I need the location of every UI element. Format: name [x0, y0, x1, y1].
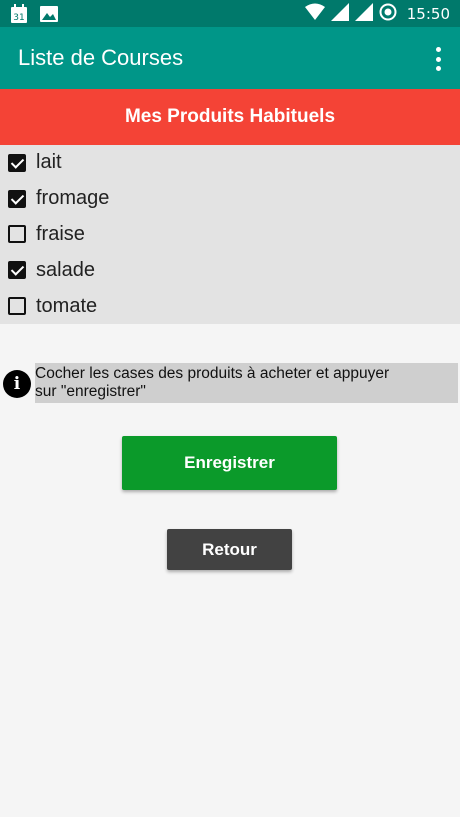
wifi-icon — [304, 3, 325, 25]
checkbox[interactable] — [8, 153, 26, 172]
checkbox[interactable] — [8, 297, 26, 316]
product-item-salade[interactable]: salade — [0, 252, 460, 288]
product-label: salade — [36, 258, 95, 281]
product-item-lait[interactable]: lait — [0, 145, 460, 181]
product-label: fraise — [36, 222, 85, 245]
product-label: fromage — [36, 187, 110, 210]
product-label: tomate — [36, 294, 98, 317]
image-icon — [40, 6, 58, 26]
checkbox[interactable] — [8, 189, 26, 208]
status-time: 15:50 — [406, 5, 450, 23]
product-item-tomate[interactable]: tomate — [0, 288, 460, 324]
hint-line-1: Cocher les cases des produits à acheter … — [35, 365, 390, 382]
app-bar: Liste de Courses — [0, 27, 460, 89]
calendar-day: 31 — [13, 13, 24, 23]
checkbox[interactable] — [8, 225, 26, 244]
save-button[interactable]: Enregistrer — [122, 436, 337, 490]
status-right-icons: 15:50 — [304, 3, 450, 25]
signal-icon — [330, 3, 349, 25]
back-button[interactable]: Retour — [167, 529, 292, 570]
product-label: lait — [36, 151, 62, 174]
section-banner: Mes Produits Habituels — [0, 89, 460, 145]
product-item-fromage[interactable]: fromage — [0, 181, 460, 217]
info-icon: i — [3, 370, 31, 398]
overflow-menu-icon[interactable] — [430, 47, 446, 71]
battery-saver-icon — [379, 3, 397, 25]
product-item-fraise[interactable]: fraise — [0, 217, 460, 253]
hint-line-2: sur "enregistrer" — [35, 383, 146, 400]
app-title: Liste de Courses — [18, 45, 184, 70]
signal-icon — [354, 3, 373, 25]
status-bar: 31 15:50 — [0, 0, 460, 27]
checkbox[interactable] — [8, 261, 26, 280]
hint-text: Cocher les cases des produits à acheter … — [35, 363, 458, 403]
calendar-icon: 31 — [10, 4, 28, 28]
hint-row: i Cocher les cases des produits à achete… — [0, 363, 460, 403]
status-left-icons: 31 — [10, 4, 58, 28]
product-list: lait fromage fraise salade tomate — [0, 145, 460, 324]
